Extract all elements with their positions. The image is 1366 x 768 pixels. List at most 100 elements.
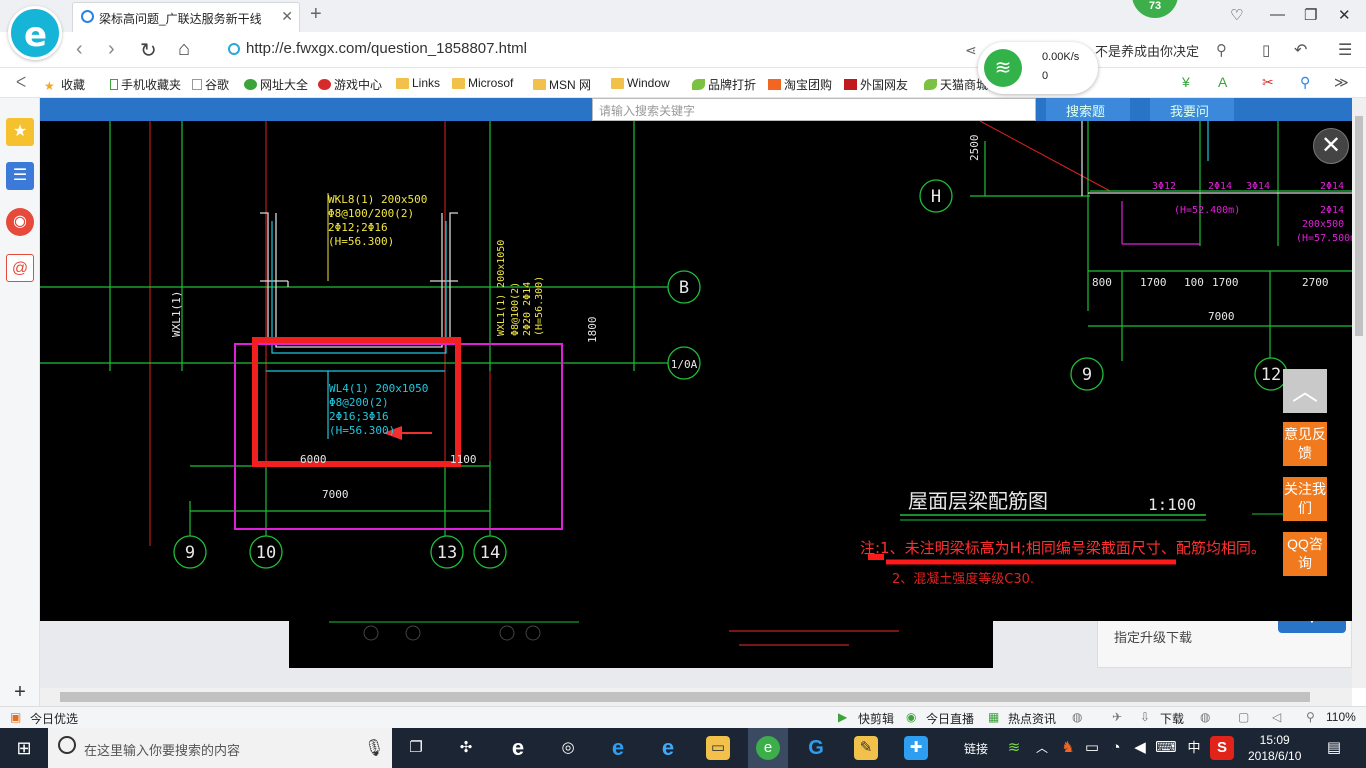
network-icon[interactable]: ◔ (1104, 736, 1128, 760)
mute-icon[interactable]: ◁ (1272, 710, 1281, 724)
task-view-icon[interactable]: ❐ (404, 736, 428, 760)
axis-label-b: B (679, 278, 689, 298)
horizontal-scrollbar-thumb[interactable] (60, 692, 1310, 702)
skin-icon[interactable]: ♡ (1230, 6, 1243, 24)
search-hint[interactable]: 不是养成由你决定 (1095, 41, 1199, 60)
status-item-live[interactable]: 今日直播 (926, 710, 974, 727)
status-item-download[interactable]: 下载 (1160, 710, 1184, 727)
money-icon[interactable]: ¥ (1182, 74, 1190, 90)
speed-icon[interactable]: ◍ (1072, 710, 1082, 724)
pin-icon[interactable]: ✈ (1112, 710, 1122, 724)
bookmark-url-daquan[interactable]: 网址大全 (244, 76, 308, 93)
bookmark-games[interactable]: 游戏中心 (318, 76, 382, 93)
refresh-button[interactable]: ↻ (140, 38, 157, 63)
app-spiral-icon[interactable]: ◎ (556, 736, 580, 760)
favorites-star-icon[interactable]: ★ (6, 118, 34, 146)
home-button[interactable]: ⌂ (178, 38, 190, 61)
keyboard-icon[interactable]: ⌨ (1154, 736, 1178, 760)
tray-expand-icon[interactable]: ︿ (1030, 736, 1054, 760)
more-icon[interactable]: ≫ (1334, 74, 1349, 91)
qq-consult-button[interactable]: QQ咨询 (1283, 532, 1327, 576)
ie-icon[interactable]: e (656, 736, 680, 760)
today-picks-link[interactable]: 今日优选 (30, 710, 78, 727)
app-plus-icon[interactable]: ✚ (904, 736, 928, 760)
microphone-icon[interactable]: 🎙 (364, 738, 384, 758)
sogou-icon[interactable]: G (804, 736, 828, 760)
zoom-level[interactable]: 110% (1326, 710, 1356, 724)
minimize-button[interactable]: — (1270, 6, 1285, 23)
pinwheel-icon[interactable]: ✣ (454, 736, 478, 760)
cortana-icon (58, 736, 76, 754)
status-item-news[interactable]: 热点资讯 (1008, 710, 1056, 727)
weibo-icon[interactable]: ◉ (6, 208, 34, 236)
link-label[interactable]: 链接 (964, 740, 988, 757)
file-explorer-icon[interactable]: ▭ (706, 736, 730, 760)
browser-e-icon[interactable]: e (506, 736, 530, 760)
bookmark-microsoft[interactable]: Microsof (452, 76, 513, 90)
bookmark-mobile[interactable]: 手机收藏夹 (110, 76, 181, 93)
page-search-input[interactable]: 请输入搜索关键字 (592, 98, 1036, 121)
bookmark-foreign[interactable]: 外国网友 (844, 76, 908, 93)
page-search-button[interactable]: 搜索题 (1046, 98, 1130, 121)
bookmark-tmall[interactable]: 天猫商城 (924, 76, 988, 93)
address-input[interactable]: http://e.fwxgx.com/question_1858807.html (246, 40, 527, 57)
taskbar-clock[interactable]: 15:09 2018/6/10 (1248, 732, 1301, 764)
add-sidebar-icon[interactable]: + (6, 678, 34, 706)
bookmark-msn[interactable]: MSN 网 (533, 76, 591, 93)
tray-app-icon[interactable]: ♞ (1056, 736, 1080, 760)
vertical-scrollbar-thumb[interactable] (1355, 116, 1363, 336)
new-tab-button[interactable]: + (310, 3, 322, 26)
status-item-quick-edit[interactable]: 快剪辑 (858, 710, 894, 727)
action-center-icon[interactable]: ▤ (1322, 736, 1346, 760)
beam-side-line-3: 2Φ20 2Φ14 (522, 282, 533, 336)
right-dim-4: 1700 (1212, 276, 1239, 289)
browser-tab[interactable]: 梁标高问题_广联达服务新干线 ✕ (72, 2, 300, 32)
undo-icon[interactable]: ↶ (1294, 40, 1307, 60)
share-icon[interactable]: ⋖ (965, 42, 977, 59)
right-label-5: 3Φ12 (1152, 181, 1176, 192)
mail-icon[interactable]: @ (6, 254, 34, 282)
active-browser-icon[interactable]: e (748, 728, 788, 768)
search-icon[interactable]: ⚲ (1216, 41, 1227, 59)
battery-icon[interactable]: ▭ (1080, 736, 1104, 760)
wifi-tray-icon[interactable]: ≋ (1002, 736, 1026, 760)
bookmark-brand-discount[interactable]: 品牌打折 (692, 76, 756, 93)
bookmark-windows[interactable]: Window (611, 76, 670, 90)
windows-start-icon[interactable]: ⊞ (12, 736, 36, 760)
bookmark-favorites[interactable]: ★ 收藏 (44, 76, 85, 93)
tab-close-icon[interactable]: ✕ (281, 8, 293, 25)
window-icon[interactable]: ▢ (1238, 710, 1249, 724)
sogou-ime-icon[interactable]: S (1210, 736, 1234, 760)
bookmark-links[interactable]: Links (396, 76, 440, 90)
gift-icon: ▣ (10, 710, 22, 724)
notification-badge[interactable]: 73 (1132, 0, 1178, 18)
taskbar-search-box[interactable]: 在这里输入你要搜索的内容 🎙 (48, 728, 392, 768)
back-to-top-button[interactable]: ︿ (1283, 369, 1327, 413)
close-window-button[interactable]: ✕ (1338, 6, 1351, 24)
forward-button[interactable]: › (108, 38, 115, 61)
phone-icon[interactable]: ▯ (1262, 41, 1270, 59)
collapse-bookmarks-icon[interactable]: ᐸ (16, 74, 26, 91)
notes-icon[interactable]: ✎ (854, 736, 878, 760)
translate-icon[interactable]: A (1218, 74, 1227, 90)
feedback-button[interactable]: 意见反馈 (1283, 422, 1327, 466)
scissors-icon[interactable]: ✂ (1262, 74, 1274, 91)
follow-us-button[interactable]: 关注我们 (1283, 477, 1327, 521)
reader-icon[interactable]: ☰ (6, 162, 34, 190)
menu-icon[interactable]: ☰ (1338, 40, 1352, 60)
close-viewer-button[interactable]: ✕ (1313, 128, 1349, 164)
edge-icon[interactable]: e (606, 736, 630, 760)
network-speed-popup[interactable]: ≋ 0.00K/s 0 (978, 42, 1098, 94)
left-sidebar: ★ ☰ ◉ @ + (0, 98, 40, 706)
maximize-button[interactable]: ❐ (1304, 6, 1317, 24)
back-button[interactable]: ‹ (76, 38, 83, 61)
ime-indicator[interactable]: 中 (1182, 736, 1206, 760)
volume-icon[interactable]: ◀ (1128, 736, 1152, 760)
bookmark-taobao[interactable]: 淘宝团购 (768, 76, 832, 93)
bookmark-google[interactable]: 谷歌 (192, 76, 229, 93)
restore-icon[interactable]: ◍ (1200, 710, 1210, 724)
horizontal-scrollbar[interactable] (40, 688, 1352, 706)
page-ask-button[interactable]: 我要问 (1150, 98, 1234, 121)
vertical-scrollbar[interactable] (1352, 98, 1366, 688)
search-icon[interactable]: ⚲ (1300, 74, 1310, 91)
